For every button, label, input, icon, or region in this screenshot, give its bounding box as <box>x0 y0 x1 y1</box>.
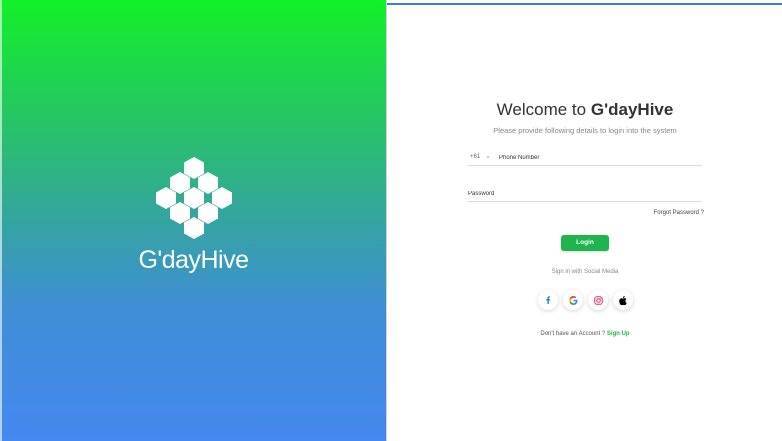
title-prefix: Welcome to <box>496 100 587 119</box>
password-field <box>468 186 702 202</box>
phone-field: +61 ⌄ <box>468 149 702 166</box>
google-icon <box>568 295 578 305</box>
google-login-button[interactable] <box>563 290 583 310</box>
phone-number-input[interactable] <box>499 151 699 164</box>
forgot-password-link[interactable]: Forgot Password ? <box>638 210 704 216</box>
no-account-text: Don't have an Account ? <box>540 331 606 337</box>
instagram-login-button[interactable] <box>588 290 608 310</box>
apple-icon <box>619 295 627 305</box>
facebook-icon <box>546 296 551 304</box>
title-brand: G'dayHive <box>590 100 674 119</box>
brand-name: G'dayHive <box>138 246 249 274</box>
social-login-label: Sign in with Social Media <box>551 269 619 275</box>
instagram-icon <box>593 295 603 305</box>
hexagon-cluster-icon <box>156 157 232 239</box>
page-subtitle: Please provide following details to logi… <box>493 126 677 135</box>
signup-prompt: Don't have an Account ? Sign Up <box>388 331 782 337</box>
apple-login-button[interactable] <box>613 290 633 310</box>
chevron-down-icon[interactable]: ⌄ <box>485 152 491 160</box>
login-button[interactable]: Login <box>561 235 609 251</box>
page-title: Welcome to G'dayHive <box>388 100 782 120</box>
facebook-login-button[interactable] <box>538 290 558 310</box>
password-input[interactable] <box>468 188 700 200</box>
sign-up-link[interactable]: Sign Up <box>607 331 630 337</box>
country-code-select[interactable]: +61 <box>470 154 480 160</box>
login-panel: Welcome to G'dayHive Please provide foll… <box>388 0 782 441</box>
brand-panel: G'dayHive <box>0 0 387 441</box>
social-login-buttons <box>538 290 634 310</box>
